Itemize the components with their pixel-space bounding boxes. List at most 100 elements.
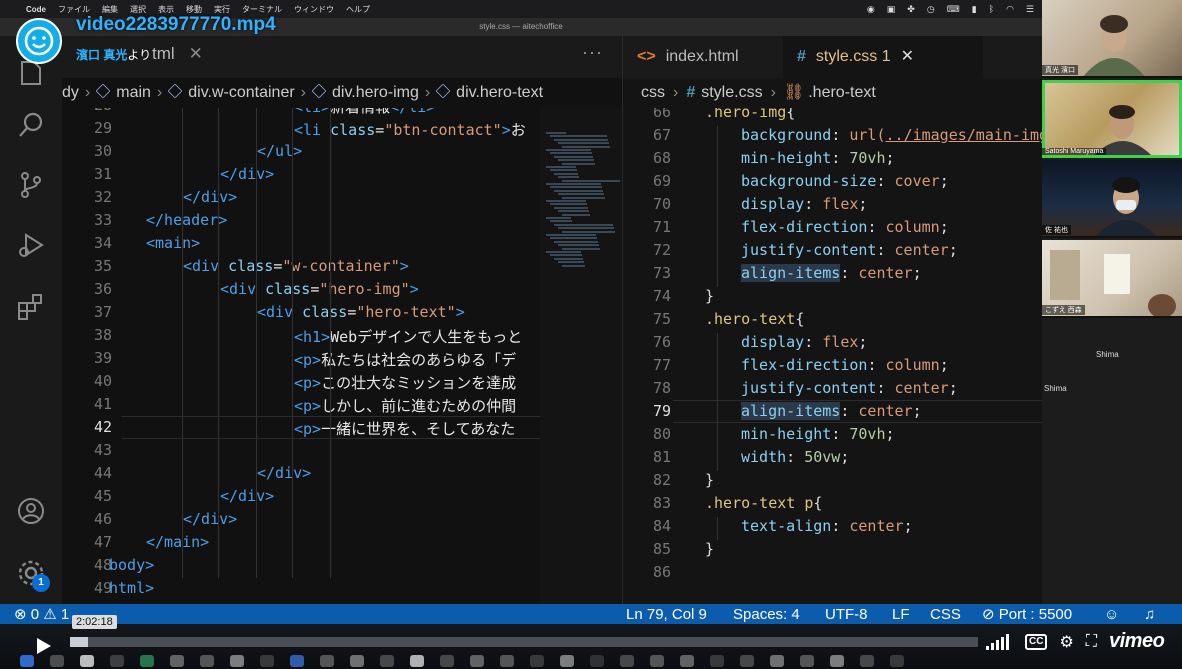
video-title[interactable]: video2283977770.mp4 (76, 14, 276, 36)
code-line[interactable]: } (705, 287, 714, 305)
source-control-icon[interactable] (14, 168, 48, 202)
code-line[interactable]: <p>この壮大なミッションを達成 (294, 372, 516, 393)
code-line[interactable]: <main> (146, 234, 200, 252)
dock-app-icon[interactable] (830, 655, 844, 667)
dock-app-icon[interactable] (170, 655, 184, 667)
captions-button[interactable]: CC (1025, 633, 1048, 650)
code-line[interactable]: text-align: center; (741, 517, 913, 535)
more-actions-icon[interactable]: ··· (582, 42, 603, 63)
minimap[interactable] (540, 108, 622, 604)
menu-go[interactable]: 移動 (186, 4, 202, 15)
dock-app-icon[interactable] (380, 655, 394, 667)
menu-code[interactable]: Code (26, 5, 46, 14)
code-line[interactable]: min-height: 70vh; (741, 149, 895, 167)
tab-style-css[interactable]: # style.css 1 ✕ (783, 36, 983, 78)
dock-app-icon[interactable] (110, 655, 124, 667)
code-line[interactable]: .hero-text{ (705, 310, 804, 328)
dock-app-icon[interactable] (710, 655, 724, 667)
keyboard-icon[interactable]: ⌨ (947, 4, 960, 15)
dock-app-icon[interactable] (440, 655, 454, 667)
menu-file[interactable]: ファイル (58, 4, 90, 15)
close-icon[interactable]: ✕ (901, 48, 914, 65)
code-line[interactable]: html> (109, 579, 154, 597)
code-line[interactable]: <div class="w-container"> (183, 257, 409, 275)
code-line[interactable]: flex-direction: column; (741, 218, 949, 236)
breadcrumb-item[interactable]: css (641, 84, 665, 101)
uploader-avatar[interactable] (16, 18, 62, 64)
code-line[interactable]: display: flex; (741, 333, 867, 351)
language-mode[interactable]: CSS (930, 604, 961, 626)
breadcrumb-item[interactable]: main (116, 84, 151, 101)
dock-app-icon[interactable] (770, 655, 784, 667)
code-line[interactable]: <p>私たちは社会のあらゆる「デ (294, 349, 516, 370)
clock-icon[interactable]: ◷ (927, 4, 935, 15)
extensions-icon[interactable] (14, 290, 48, 324)
dock-app-icon[interactable] (620, 655, 634, 667)
dock-app-icon[interactable] (50, 655, 64, 667)
wifi-icon[interactable]: ◠ (1006, 4, 1014, 15)
breadcrumb-item[interactable]: div.hero-text (456, 84, 543, 101)
code-line[interactable]: } (705, 471, 714, 489)
dock-app-icon[interactable] (590, 655, 604, 667)
breadcrumb-item[interactable]: .hero-text (808, 84, 876, 101)
dock-app-icon[interactable] (800, 655, 814, 667)
tab-index-html[interactable]: <> index.html (623, 36, 753, 78)
feedback-icon[interactable]: ☺ (1104, 604, 1119, 626)
dock-app-icon[interactable] (500, 655, 514, 667)
code-line[interactable]: } (705, 540, 714, 558)
control-center-icon[interactable]: ☰ (1026, 4, 1034, 15)
dock-app-icon[interactable] (80, 655, 94, 667)
code-line[interactable]: </div> (220, 487, 274, 505)
code-line[interactable]: </div> (220, 165, 274, 183)
code-line[interactable]: </div> (257, 464, 311, 482)
participant-video-active-speaker[interactable]: Satoshi Maruyama (1042, 80, 1182, 158)
dock-app-icon[interactable] (740, 655, 754, 667)
code-line[interactable]: align-items: center; (741, 264, 922, 282)
code-line[interactable]: width: 50vw; (741, 448, 849, 466)
cursor-position[interactable]: Ln 79, Col 9 (626, 604, 707, 626)
search-icon[interactable] (14, 108, 48, 142)
close-icon[interactable]: ✕ (189, 44, 203, 63)
dock-app-icon[interactable] (200, 655, 214, 667)
account-icon[interactable] (14, 494, 48, 528)
encoding[interactable]: UTF-8 (825, 604, 868, 626)
code-line[interactable]: body> (109, 556, 154, 574)
dock-app-icon[interactable] (260, 655, 274, 667)
breadcrumb-item[interactable]: style.css (701, 84, 762, 101)
dock-app-icon[interactable] (20, 655, 34, 667)
tab-index-html-left[interactable]: tml ✕ (152, 44, 203, 64)
code-line[interactable]: </ul> (257, 142, 302, 160)
code-line[interactable]: flex-direction: column; (741, 356, 949, 374)
line-ending[interactable]: LF (892, 604, 910, 626)
code-line[interactable]: display: flex; (741, 195, 867, 213)
participant-video[interactable]: 真光 濱口 (1042, 0, 1182, 78)
css-code-editor[interactable]: 66 .hero-img{67 background: url(../images/… (623, 108, 1043, 604)
code-line[interactable]: </div> (183, 188, 237, 206)
volume-icon[interactable] (986, 633, 1011, 650)
code-line[interactable]: <div class="hero-img"> (220, 280, 419, 298)
notifications-bell-icon[interactable]: ♫ (1144, 604, 1155, 626)
battery-icon[interactable]: ▮ (972, 4, 977, 15)
menu-help[interactable]: ヘルプ (346, 4, 370, 15)
uploader-name[interactable]: 濱口 真光 (76, 48, 127, 62)
menu-selection[interactable]: 選択 (130, 4, 146, 15)
dock-app-icon[interactable] (350, 655, 364, 667)
dock-app-icon[interactable] (410, 655, 424, 667)
code-line[interactable]: .hero-text p{ (705, 494, 822, 512)
dock-app-icon[interactable] (230, 655, 244, 667)
code-line[interactable]: <div class="hero-text"> (257, 303, 465, 321)
indentation[interactable]: Spaces: 4 (733, 604, 800, 626)
menu-view[interactable]: 表示 (158, 4, 174, 15)
code-line[interactable]: </header> (146, 211, 227, 229)
code-line[interactable]: min-height: 70vh; (741, 425, 895, 443)
html-code-editor[interactable]: 28 <li>新着情報</li> 29 <li class="btn-contact"… (62, 108, 540, 604)
code-line[interactable]: background-size: cover; (741, 172, 949, 190)
dock-app-icon[interactable] (140, 655, 154, 667)
problems-indicator[interactable]: ⊗ 0 ⚠ 1 (14, 604, 69, 626)
run-debug-icon[interactable] (14, 228, 48, 262)
dock-app-icon[interactable] (560, 655, 574, 667)
dock-app-icon[interactable] (290, 655, 304, 667)
seek-bar[interactable] (70, 637, 978, 647)
code-line[interactable]: <li>新着情報</li> (294, 108, 435, 117)
dock-app-icon[interactable] (470, 655, 484, 667)
